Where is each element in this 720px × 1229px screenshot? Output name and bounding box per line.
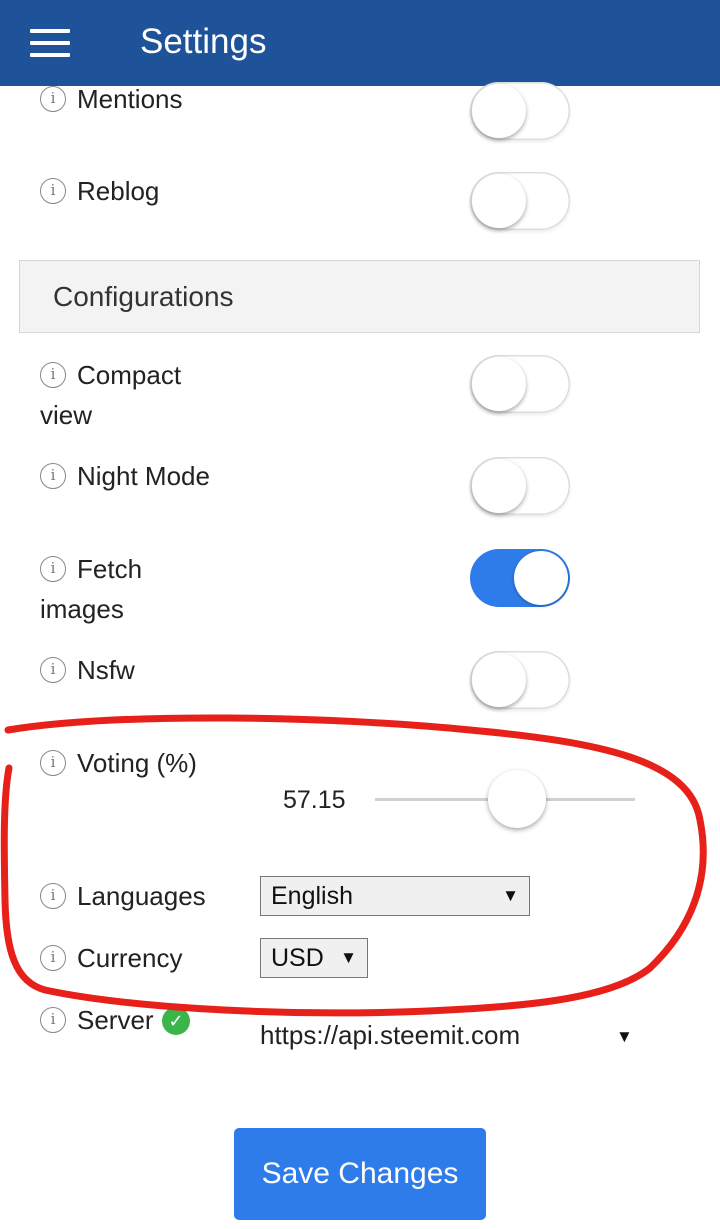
- info-icon[interactable]: i: [40, 463, 66, 489]
- toggle-knob: [472, 84, 526, 138]
- voting-value: 57.15: [283, 786, 346, 814]
- section-header-configurations: Configurations: [19, 260, 700, 333]
- info-icon[interactable]: i: [40, 556, 66, 582]
- setting-label: Languages: [77, 881, 206, 911]
- section-title: Configurations: [53, 281, 234, 312]
- info-icon[interactable]: i: [40, 362, 66, 388]
- setting-label: Reblog: [77, 176, 160, 206]
- setting-label: Server: [77, 1005, 154, 1035]
- setting-label: Mentions: [77, 84, 183, 114]
- setting-label-continued: images: [40, 594, 124, 624]
- info-icon[interactable]: i: [40, 657, 66, 683]
- toggle-mentions[interactable]: [470, 82, 570, 140]
- toggle-night-mode[interactable]: [470, 457, 570, 515]
- toggle-knob: [472, 357, 526, 411]
- server-selected-value: https://api.steemit.com: [260, 1020, 521, 1050]
- page-title: Settings: [140, 22, 267, 61]
- setting-label: Compact: [77, 360, 182, 390]
- info-icon[interactable]: i: [40, 86, 66, 112]
- dropdown-caret-icon: ▼: [340, 948, 357, 967]
- setting-label: Voting (%): [77, 748, 197, 778]
- toggle-knob: [514, 551, 568, 605]
- dropdown-caret-icon: ▼: [616, 1027, 633, 1046]
- setting-label: Fetch: [77, 554, 143, 584]
- voting-slider-thumb[interactable]: [488, 770, 546, 828]
- info-icon[interactable]: i: [40, 945, 66, 971]
- toggle-knob: [472, 459, 526, 513]
- hamburger-menu-icon[interactable]: [30, 27, 70, 59]
- toggle-knob: [472, 174, 526, 228]
- info-icon[interactable]: i: [40, 1007, 66, 1033]
- check-circle-icon: ✓: [162, 1007, 190, 1035]
- setting-label: Currency: [77, 943, 183, 973]
- server-select[interactable]: https://api.steemit.com ▼: [260, 1016, 640, 1056]
- info-icon[interactable]: i: [40, 750, 66, 776]
- info-icon[interactable]: i: [40, 178, 66, 204]
- save-changes-button[interactable]: Save Changes: [234, 1128, 486, 1220]
- languages-select[interactable]: English ▼: [260, 876, 530, 916]
- languages-selected-value: English: [271, 882, 353, 910]
- currency-select[interactable]: USD ▼: [260, 938, 368, 978]
- toggle-fetch-images[interactable]: [470, 549, 570, 607]
- app-bar: Settings: [0, 0, 720, 86]
- setting-label: Night Mode: [77, 461, 210, 491]
- setting-label-continued: view: [40, 400, 93, 430]
- setting-label: Nsfw: [77, 655, 135, 685]
- toggle-compact-view[interactable]: [470, 355, 570, 413]
- currency-selected-value: USD: [271, 944, 324, 972]
- toggle-knob: [472, 653, 526, 707]
- info-icon[interactable]: i: [40, 883, 66, 909]
- toggle-nsfw[interactable]: [470, 651, 570, 709]
- dropdown-caret-icon: ▼: [502, 886, 519, 905]
- toggle-reblog[interactable]: [470, 172, 570, 230]
